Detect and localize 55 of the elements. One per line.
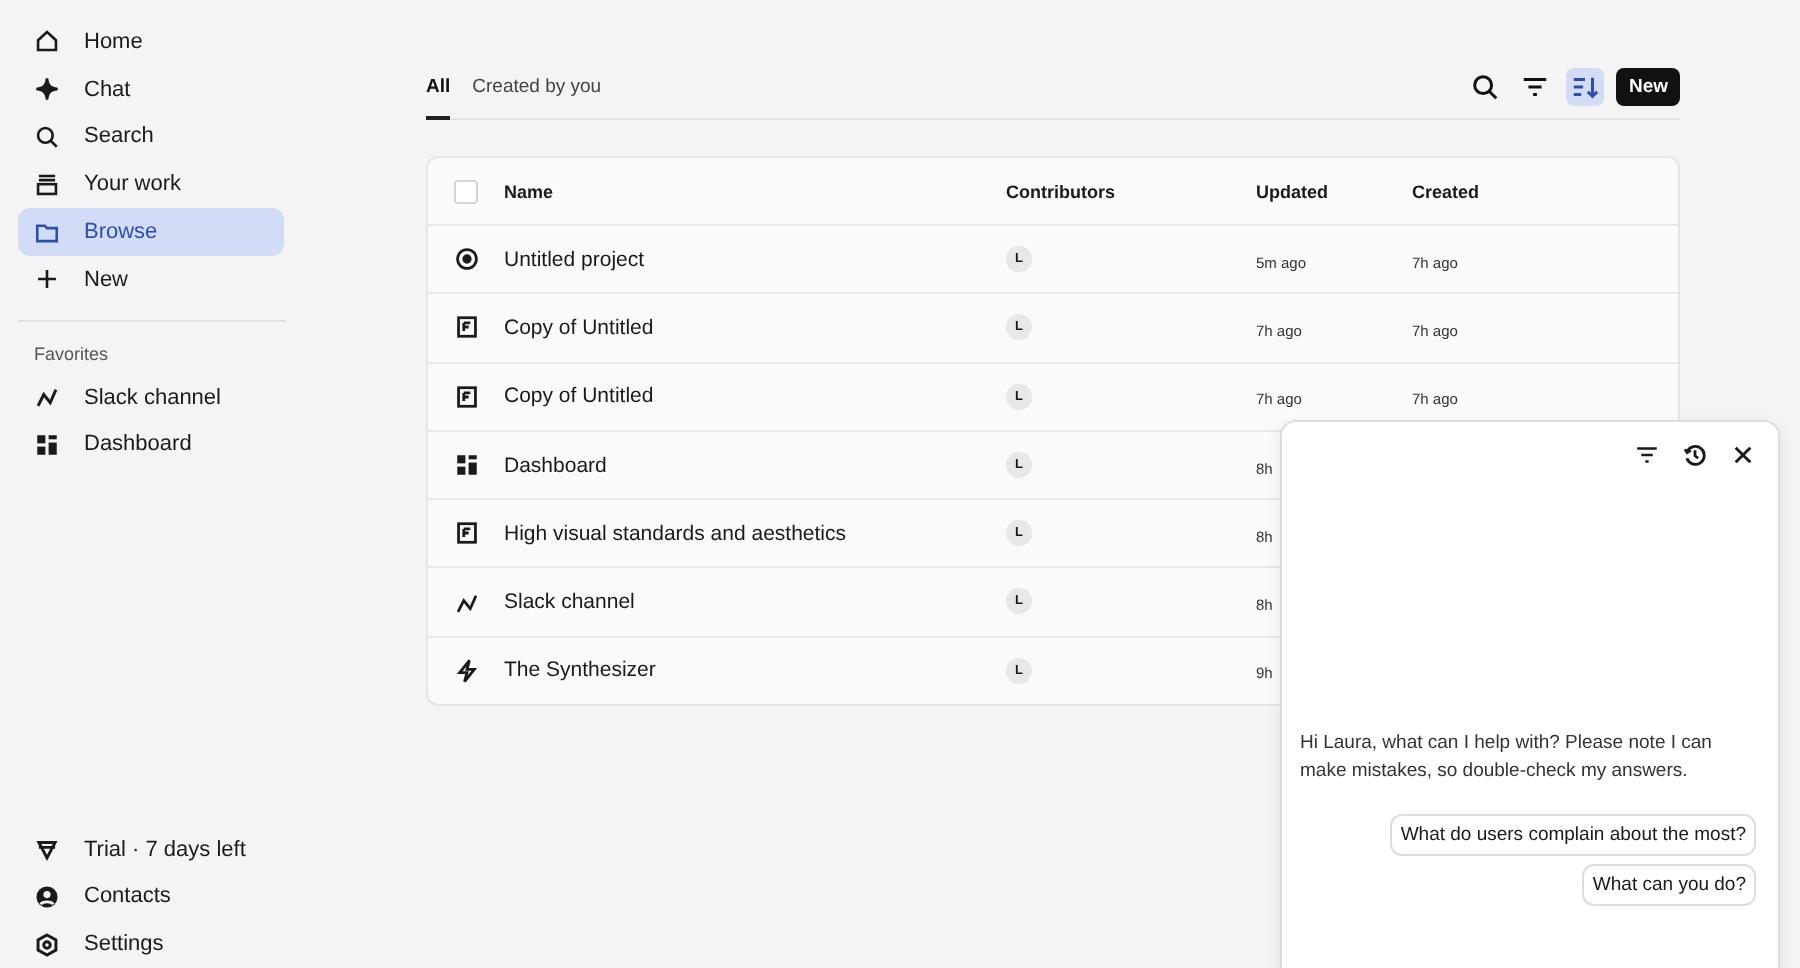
sidebar-item[interactable]: Browse (18, 208, 284, 256)
table-cell[interactable]: Copy of Untitled (504, 384, 1006, 409)
chat-icon (34, 76, 60, 103)
zigzag-icon (453, 589, 479, 616)
chat-message: Hi Laura, what can I help with? Please note I can make mistakes, so double-check my answers. (1300, 730, 1714, 786)
suggestion-chip[interactable]: What do users complain about the most? (1390, 814, 1756, 856)
table-cell[interactable]: High visual standards and aesthetics (504, 521, 1006, 546)
search-icon (34, 123, 60, 150)
sidebar-item[interactable]: Trial · 7 days left (18, 825, 284, 873)
home-icon (34, 28, 60, 55)
new-button[interactable]: New (1616, 68, 1680, 106)
sort-button[interactable] (1566, 68, 1605, 106)
tab[interactable]: Created by you (472, 56, 602, 120)
sidebar-item[interactable]: Your work (18, 160, 284, 209)
sidebar-item[interactable]: New (18, 255, 284, 304)
grid-icon (34, 431, 60, 458)
target-icon (453, 246, 479, 273)
suggestion-chip[interactable]: What can you do? (1582, 864, 1756, 906)
filter-icon[interactable] (1634, 442, 1660, 468)
table-cell[interactable]: Slack channel (504, 590, 1006, 615)
sidebar-item[interactable]: Search (18, 113, 284, 161)
filter-icon (1520, 72, 1551, 102)
lightning-icon (453, 657, 479, 684)
close-icon[interactable] (1730, 442, 1756, 468)
settings-icon (34, 931, 60, 958)
tab[interactable]: All (426, 56, 451, 120)
sidebar-item[interactable]: Dashboard (18, 421, 284, 469)
sidebar-item[interactable]: Contacts (18, 872, 284, 921)
folder-icon (34, 219, 60, 246)
table-cell[interactable]: The Synthesizer (504, 658, 1006, 683)
table-cell[interactable]: Untitled project (504, 247, 1006, 272)
column-header[interactable]: Contributors (1006, 181, 1256, 201)
zigzag-icon (34, 384, 60, 411)
document-icon (453, 520, 479, 547)
work-icon (34, 171, 60, 198)
sidebar-item[interactable]: Chat (18, 65, 284, 114)
sidebar-item[interactable]: Slack channel (18, 373, 284, 422)
grid-icon (453, 452, 479, 479)
sidebar-item[interactable]: Settings (18, 920, 284, 968)
document-icon (453, 314, 479, 341)
column-header[interactable]: Created (1412, 181, 1678, 201)
person-icon (34, 883, 60, 910)
column-header[interactable]: Updated (1256, 181, 1412, 201)
column-header[interactable]: Name (504, 181, 1006, 201)
sort-icon (1570, 72, 1601, 102)
search-icon (1470, 72, 1501, 102)
history-icon[interactable] (1682, 442, 1708, 468)
table-cell[interactable]: Copy of Untitled (504, 315, 1006, 340)
diamond-icon (34, 836, 60, 862)
section-heading: Favorites (32, 341, 111, 368)
checkbox[interactable] (454, 179, 478, 203)
sidebar-item[interactable]: Home (18, 18, 284, 66)
plus-icon (34, 266, 60, 293)
document-icon (453, 383, 479, 410)
table-cell[interactable]: Dashboard (504, 453, 1006, 478)
